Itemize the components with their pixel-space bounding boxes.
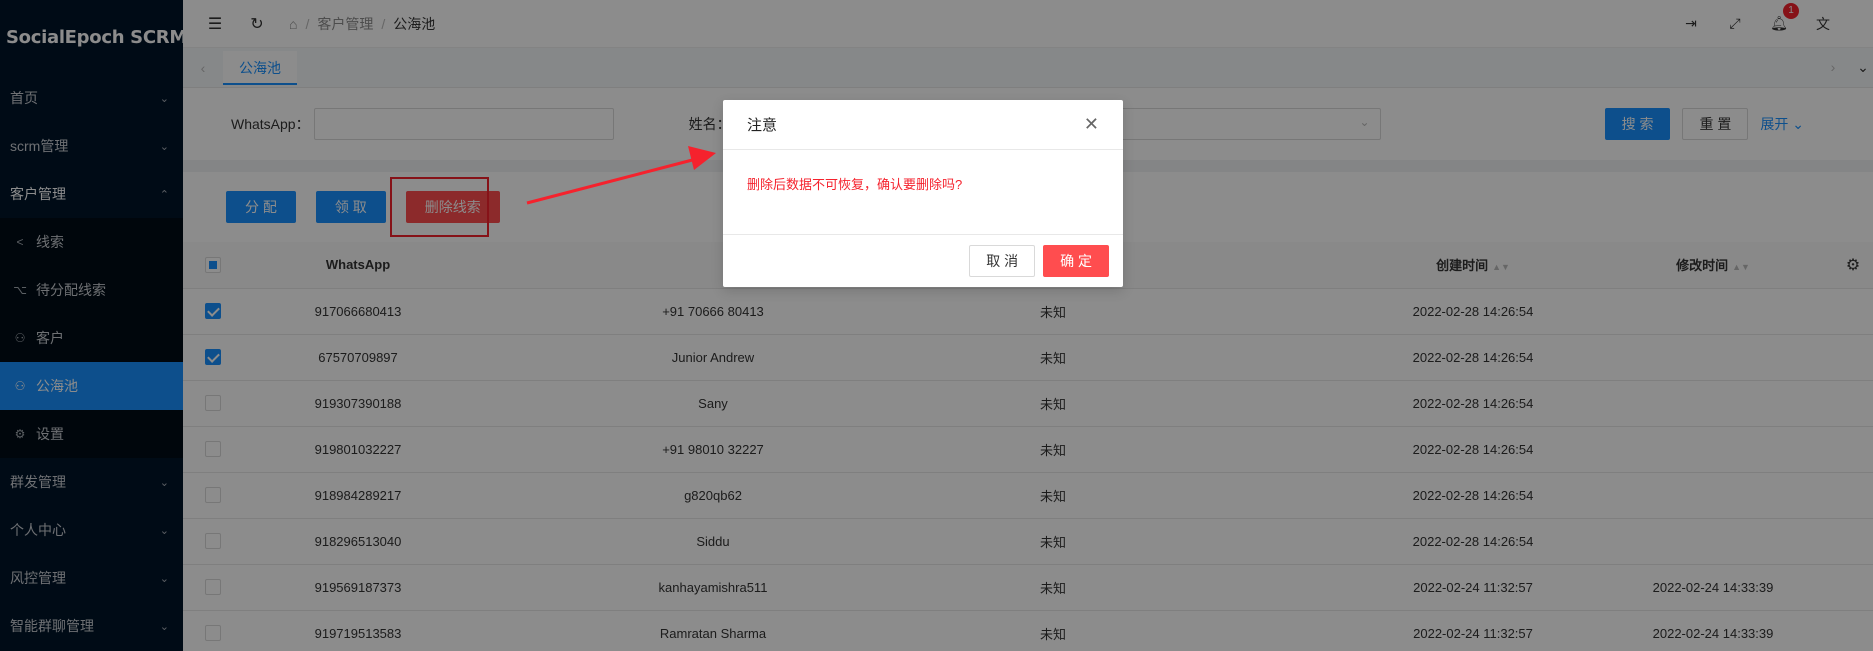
confirm-delete-modal: 注意 ✕ 删除后数据不可恢复，确认要删除吗? 取 消 确 定 xyxy=(723,100,1123,287)
modal-body: 删除后数据不可恢复，确认要删除吗? xyxy=(723,150,1123,234)
confirm-button[interactable]: 确 定 xyxy=(1043,245,1109,277)
cancel-button[interactable]: 取 消 xyxy=(969,245,1036,277)
modal-footer: 取 消 确 定 xyxy=(723,234,1123,287)
modal-overlay[interactable] xyxy=(0,0,1873,651)
modal-title: 注意 xyxy=(747,117,778,134)
close-icon[interactable]: ✕ xyxy=(1084,114,1099,135)
modal-header: 注意 ✕ xyxy=(723,100,1123,150)
modal-message: 删除后数据不可恢复，确认要删除吗? xyxy=(747,177,963,192)
